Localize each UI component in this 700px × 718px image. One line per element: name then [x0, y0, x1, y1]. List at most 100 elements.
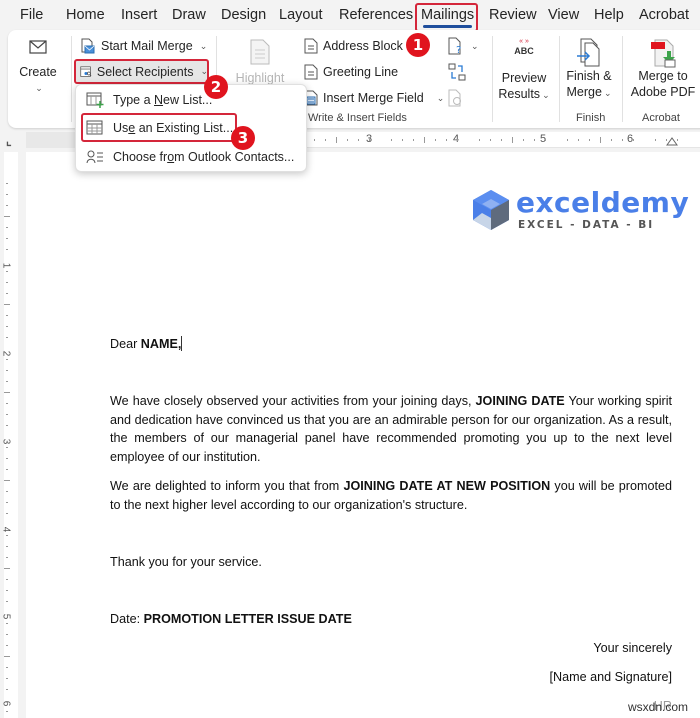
ruler-tick — [6, 315, 8, 316]
greeting-line-label: Greeting Line — [323, 65, 399, 79]
tab-view[interactable]: View — [548, 7, 579, 23]
ruler-tick — [4, 304, 10, 305]
document-page[interactable]: exceldemy EXCEL - DATA - BI Dear NAME, W… — [26, 152, 700, 718]
merge-field-name[interactable]: NAME, — [141, 337, 182, 351]
ruler-tick — [6, 546, 8, 547]
ribbon-separator — [71, 36, 72, 122]
select-recipients-button[interactable]: Select Recipients ⌄ — [76, 60, 208, 83]
merge-field-joining-date-new-position[interactable]: JOINING DATE AT NEW POSITION — [343, 479, 550, 493]
outlook-contacts-icon — [86, 150, 103, 164]
update-labels-icon — [448, 89, 461, 107]
ruler-tick — [479, 139, 480, 141]
vertical-ruler[interactable]: 1 2 3 4 5 6 — [0, 152, 22, 718]
tab-file[interactable]: File — [20, 7, 43, 23]
tab-mailings[interactable]: Mailings — [421, 7, 475, 28]
ruler-tick — [4, 392, 10, 393]
date-label: Date: — [110, 612, 144, 626]
abc-icon-text: ABC — [514, 46, 534, 56]
ruler-tick — [490, 139, 491, 141]
active-tab-underline — [423, 25, 473, 28]
tab-selector[interactable]: ⌞ — [6, 134, 12, 148]
ruler-tick — [6, 194, 8, 195]
ribbon-separator — [559, 36, 560, 122]
ruler-number: 1 — [0, 262, 12, 269]
tab-references[interactable]: References — [339, 7, 413, 23]
signature-line: [Name and Signature] — [549, 670, 672, 684]
ruler-tick — [6, 513, 8, 514]
select-recipients-dropdown: Type a New List... Use an Existing List.… — [75, 84, 307, 172]
update-labels-button[interactable] — [448, 87, 464, 109]
ruler-tick — [6, 579, 8, 580]
ruler-tick — [611, 139, 612, 141]
finish-group-label: Finish — [576, 112, 606, 124]
create-button[interactable]: Create ⌄ — [12, 40, 64, 96]
tab-insert[interactable]: Insert — [121, 7, 157, 23]
ruler-tick — [413, 139, 414, 141]
step-badge-2: 2 — [204, 75, 228, 99]
match-fields-button[interactable] — [448, 61, 466, 83]
greeting-line-button[interactable]: Greeting Line — [304, 61, 398, 83]
tab-draw[interactable]: Draw — [172, 7, 206, 23]
ruler-tick — [336, 137, 337, 143]
chevron-down-icon: ⌄ — [542, 90, 550, 100]
tab-acrobat[interactable]: Acrobat — [639, 7, 689, 23]
address-block-button[interactable]: Address Block — [304, 35, 403, 57]
envelope-icon — [29, 40, 47, 54]
ruler-tick — [424, 137, 425, 143]
ruler-tick — [457, 139, 458, 141]
exceldemy-logo: exceldemy EXCEL - DATA - BI — [470, 186, 689, 236]
start-mail-merge-button[interactable]: Start Mail Merge ⌄ — [80, 35, 207, 57]
create-label: Create — [19, 65, 57, 79]
ruler-tick — [501, 139, 502, 141]
menu-item-use-existing-list[interactable]: Use an Existing List... — [76, 115, 306, 141]
thanks-line: Thank you for your service. — [110, 555, 262, 569]
ruler-tick — [6, 502, 8, 503]
tab-help[interactable]: Help — [594, 7, 624, 23]
chevron-down-icon: ⌄ — [436, 92, 445, 103]
rules-button[interactable]: ? ⌄ — [448, 35, 479, 57]
insert-merge-field-button[interactable]: Insert Merge Field ⌄ — [304, 87, 444, 109]
ruler-tick — [435, 139, 436, 141]
greeting-text: Dear — [110, 337, 141, 351]
logo-wordmark: exceldemy — [516, 186, 690, 219]
menu-item-type-new-list[interactable]: Type a New List... — [76, 87, 306, 113]
ruler-number: 3 — [0, 438, 12, 445]
ruler-tick — [4, 568, 10, 569]
tab-home[interactable]: Home — [66, 7, 105, 23]
ruler-tick — [446, 139, 447, 141]
ruler-tick — [666, 139, 667, 141]
tab-layout[interactable]: Layout — [279, 7, 323, 23]
finish-merge-button[interactable]: Finish & Merge ⌄ — [563, 38, 615, 101]
ruler-tick — [6, 271, 8, 272]
chevron-down-icon: ⌄ — [35, 83, 43, 93]
tab-design[interactable]: Design — [221, 7, 266, 23]
ruler-tick — [677, 139, 678, 141]
ribbon-tab-bar: File Home Insert Draw Design Layout Refe… — [0, 0, 700, 32]
ruler-tick — [6, 623, 8, 624]
highlight-merge-fields-button[interactable]: Highlight — [230, 38, 290, 86]
ruler-tick — [4, 656, 10, 657]
ruler-tick — [4, 216, 10, 217]
tab-mailings-label: Mailings — [421, 7, 475, 23]
ruler-tick — [512, 137, 513, 143]
highlight-merge-fields-icon — [250, 39, 270, 65]
preview-label-line1: Preview — [501, 71, 547, 85]
ruler-tick — [6, 601, 8, 602]
merge-field-joining-date[interactable]: JOINING DATE — [476, 394, 565, 408]
paragraph-text: We are delighted to inform you that from — [110, 479, 344, 493]
step-badge-3: 3 — [231, 126, 255, 150]
ruler-tick — [534, 139, 535, 141]
ruler-tick — [6, 535, 8, 536]
merge-field-issue-date[interactable]: PROMOTION LETTER ISSUE DATE — [144, 612, 352, 626]
ruler-tick — [6, 293, 8, 294]
right-indent-marker-icon[interactable] — [666, 136, 678, 146]
chevron-down-icon: ⌄ — [471, 40, 479, 51]
paragraph-2: We are delighted to inform you that from… — [110, 477, 672, 514]
preview-results-button[interactable]: « » ABC Preview Results ⌄ — [498, 38, 550, 103]
menu-item-outlook-contacts[interactable]: Choose from Outlook Contacts... — [76, 144, 306, 170]
tab-review[interactable]: Review — [489, 7, 537, 23]
ribbon-separator — [622, 36, 623, 122]
ruler-tick — [622, 139, 623, 141]
ruler-tick — [6, 447, 8, 448]
merge-to-adobe-pdf-button[interactable]: Merge to Adobe PDF — [628, 38, 698, 100]
